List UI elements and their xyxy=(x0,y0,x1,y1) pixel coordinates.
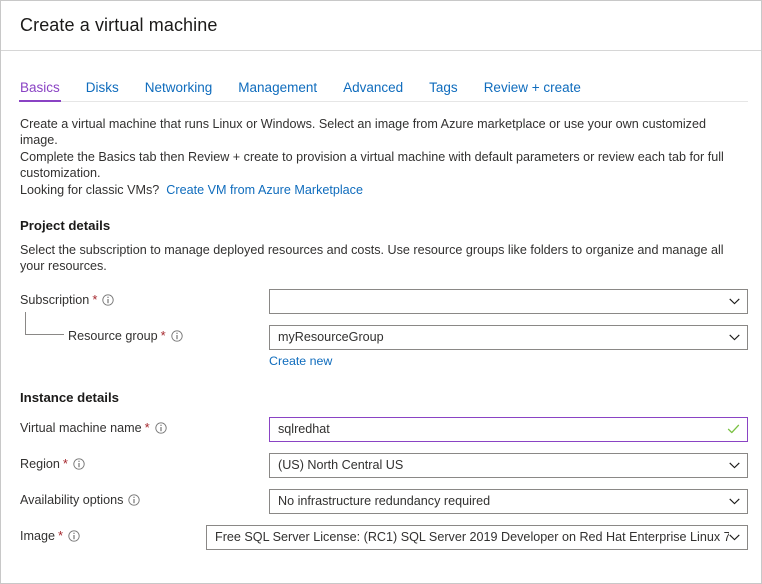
tab-networking[interactable]: Networking xyxy=(145,80,213,102)
region-dropdown[interactable]: (US) North Central US xyxy=(269,452,748,478)
tab-management[interactable]: Management xyxy=(238,80,317,102)
project-details-form: Subscription * Resource group * myResour… xyxy=(20,288,748,368)
required-asterisk: * xyxy=(144,420,150,436)
form-row-subscription: Subscription * xyxy=(20,288,748,314)
blade-content: Create a virtual machine that runs Linux… xyxy=(1,102,761,550)
image-value: Free SQL Server License: (RC1) SQL Serve… xyxy=(215,530,729,545)
tab-tags-label: Tags xyxy=(429,80,458,95)
chevron-down-icon xyxy=(728,495,741,508)
tab-management-label: Management xyxy=(238,80,318,95)
resource-group-label: Resource group xyxy=(68,328,158,343)
classic-vm-question: Looking for classic VMs? xyxy=(20,182,160,197)
tab-review-create-label: Review + create xyxy=(483,80,581,95)
form-row-resource-group: Resource group * myResourceGroup Create … xyxy=(20,311,748,368)
tab-tags[interactable]: Tags xyxy=(429,80,458,102)
chevron-down-icon xyxy=(728,331,741,344)
tab-advanced-label: Advanced xyxy=(343,80,404,95)
intro-text: Create a virtual machine that runs Linux… xyxy=(20,116,732,198)
chevron-down-icon xyxy=(728,459,741,472)
subscription-label: Subscription xyxy=(20,292,90,307)
vm-name-label: Virtual machine name xyxy=(20,420,142,435)
project-details-heading: Project details xyxy=(20,218,111,234)
chevron-down-icon xyxy=(728,531,741,544)
create-vm-marketplace-link[interactable]: Create VM from Azure Marketplace xyxy=(166,183,363,197)
page-title: Create a virtual machine xyxy=(20,15,218,35)
subscription-label-cell: Subscription * xyxy=(20,289,269,307)
required-asterisk: * xyxy=(92,292,98,308)
vm-name-label-cell: Virtual machine name * xyxy=(20,417,269,435)
form-row-vm-name: Virtual machine name * sqlredhat xyxy=(20,416,748,442)
region-label-cell: Region * xyxy=(20,453,269,471)
vm-name-value: sqlredhat xyxy=(278,422,330,437)
image-dropdown[interactable]: Free SQL Server License: (RC1) SQL Serve… xyxy=(206,524,748,550)
tree-connector-icon xyxy=(25,311,64,335)
create-vm-blade: Create a virtual machine Basics Disks Ne… xyxy=(0,0,762,584)
required-asterisk: * xyxy=(160,328,166,344)
create-new-resource-group-link[interactable]: Create new xyxy=(269,354,332,368)
checkmark-valid-icon xyxy=(727,423,740,436)
resource-group-label-cell: Resource group * xyxy=(20,311,269,344)
info-icon[interactable] xyxy=(128,494,141,506)
tab-disks-label: Disks xyxy=(85,80,119,95)
info-icon[interactable] xyxy=(73,458,85,470)
form-row-region: Region * (US) North Central US xyxy=(20,452,748,478)
info-icon[interactable] xyxy=(102,294,115,306)
region-label: Region xyxy=(20,456,60,471)
instance-details-heading: Instance details xyxy=(20,389,119,405)
tab-advanced[interactable]: Advanced xyxy=(343,80,403,102)
availability-options-field-cell: No infrastructure redundancy required xyxy=(269,488,748,514)
region-field-cell: (US) North Central US xyxy=(269,452,748,478)
tab-review-create[interactable]: Review + create xyxy=(484,80,581,102)
tab-basics[interactable]: Basics xyxy=(19,80,61,102)
instance-details-form: Virtual machine name * sqlredhat Region … xyxy=(20,416,748,550)
intro-line-3: Looking for classic VMs? Create VM from … xyxy=(20,182,732,198)
form-row-image: Image * Free SQL Server License: (RC1) S… xyxy=(20,524,748,550)
create-new-container: Create new xyxy=(269,354,748,368)
tab-basics-label: Basics xyxy=(20,80,60,95)
availability-options-dropdown[interactable]: No infrastructure redundancy required xyxy=(269,488,748,514)
project-details-description: Select the subscription to manage deploy… xyxy=(20,243,724,274)
intro-line-1: Create a virtual machine that runs Linux… xyxy=(20,117,706,148)
tab-networking-label: Networking xyxy=(144,80,213,95)
tab-strip: Basics Disks Networking Management Advan… xyxy=(1,67,761,102)
subscription-dropdown[interactable] xyxy=(269,288,748,314)
region-value: (US) North Central US xyxy=(278,458,404,473)
image-label-cell: Image * xyxy=(20,525,206,543)
info-icon[interactable] xyxy=(68,530,80,542)
availability-options-label: Availability options xyxy=(20,492,124,507)
vm-name-input[interactable]: sqlredhat xyxy=(269,416,748,442)
chevron-down-icon xyxy=(728,295,741,308)
resource-group-field-cell: myResourceGroup Create new xyxy=(269,324,748,368)
info-icon[interactable] xyxy=(154,422,167,434)
form-row-availability-options: Availability options No infrastructure r… xyxy=(20,488,748,514)
info-icon[interactable] xyxy=(171,330,183,342)
tab-disks[interactable]: Disks xyxy=(86,80,119,102)
availability-options-value: No infrastructure redundancy required xyxy=(278,494,491,509)
subscription-field-cell xyxy=(269,288,748,314)
required-asterisk: * xyxy=(58,528,64,544)
blade-titlebar: Create a virtual machine xyxy=(1,1,761,51)
vm-name-field-cell: sqlredhat xyxy=(269,416,748,442)
availability-options-label-cell: Availability options xyxy=(20,489,269,507)
required-asterisk: * xyxy=(62,456,68,472)
intro-line-2: Complete the Basics tab then Review + cr… xyxy=(20,149,724,181)
resource-group-value: myResourceGroup xyxy=(278,330,384,345)
image-label: Image xyxy=(20,528,56,543)
resource-group-dropdown[interactable]: myResourceGroup xyxy=(269,324,748,350)
image-field-cell: Free SQL Server License: (RC1) SQL Serve… xyxy=(206,524,748,550)
